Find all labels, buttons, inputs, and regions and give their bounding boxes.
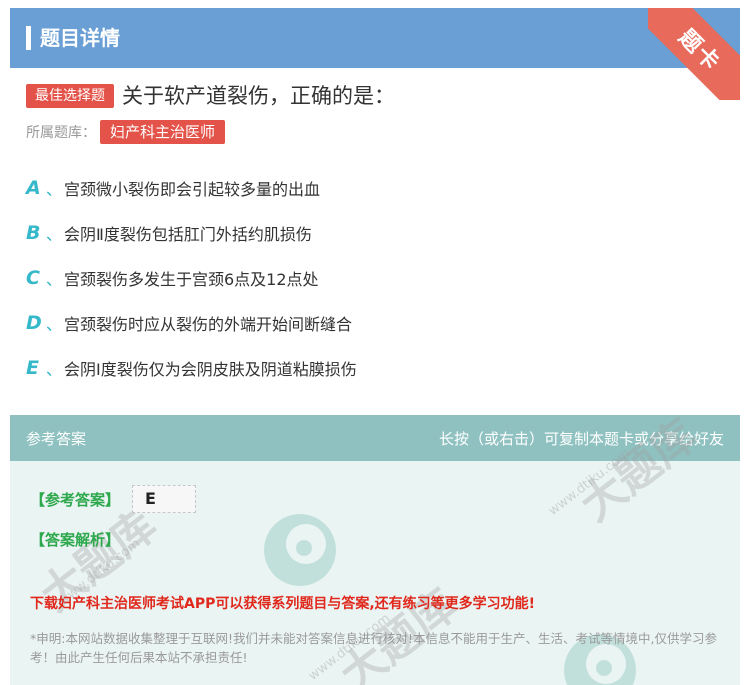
- option-letter: D: [26, 312, 42, 334]
- option-letter: C: [26, 267, 40, 289]
- option-letter: B: [26, 222, 41, 244]
- option-separator: 、: [46, 315, 63, 334]
- share-hint: 长按（或右击）可复制本题卡或分享给好友: [438, 430, 724, 448]
- page-title: 题目详情: [40, 26, 120, 50]
- watermark-logo-icon: [264, 514, 336, 586]
- option-separator: 、: [46, 360, 63, 379]
- corner-badge-text: 题卡: [673, 24, 726, 77]
- bank-label: 所属题库：: [26, 125, 96, 141]
- option-d[interactable]: D 、 宫颈裂伤时应从裂伤的外端开始间断缝合: [26, 310, 352, 336]
- answer-header-title: 参考答案: [26, 430, 87, 448]
- option-separator: 、: [46, 225, 63, 244]
- option-separator: 、: [46, 270, 63, 289]
- disclaimer-text: *申明:本网站数据收集整理于互联网!我们并未能对答案信息进行核对!本信息不能用于…: [30, 631, 717, 665]
- app-download-link[interactable]: 下载妇产科主治医师考试APP可以获得系列题目与答案,还有练习等更多学习功能!: [30, 593, 535, 613]
- option-text: 宫颈微小裂伤即会引起较多量的出血: [64, 180, 321, 199]
- corner-ribbon: 题卡: [648, 8, 740, 100]
- option-e[interactable]: E 、 会阴Ⅰ度裂伤仅为会阴皮肤及阴道粘膜损伤: [26, 355, 357, 381]
- analysis-label: 【答案解析】: [30, 531, 121, 549]
- bank-name-link[interactable]: 妇产科主治医师: [100, 120, 226, 144]
- option-letter: E: [26, 357, 39, 379]
- answer-label: 【参考答案】: [30, 491, 121, 509]
- answer-value: E: [132, 485, 196, 513]
- question-type-badge: 最佳选择题: [26, 84, 114, 108]
- question-bank-line: 所属题库： 妇产科主治医师: [26, 120, 226, 144]
- option-text: 会阴Ⅰ度裂伤仅为会阴皮肤及阴道粘膜损伤: [64, 360, 357, 379]
- option-a[interactable]: A 、 宫颈微小裂伤即会引起较多量的出血: [26, 175, 320, 201]
- option-text: 宫颈裂伤多发生于宫颈6点及12点处: [64, 270, 319, 289]
- option-c[interactable]: C 、 宫颈裂伤多发生于宫颈6点及12点处: [26, 265, 319, 291]
- answer-panel: 参考答案 长按（或右击）可复制本题卡或分享给好友 大题库 www.dtiku.c…: [10, 415, 740, 685]
- detail-header: 题目详情 题卡: [10, 8, 740, 100]
- question-line: 最佳选择题 关于软产道裂伤，正确的是：: [26, 82, 395, 110]
- option-separator: 、: [46, 180, 63, 199]
- question-text: 关于软产道裂伤，正确的是：: [122, 84, 395, 108]
- option-b[interactable]: B 、 会阴Ⅱ度裂伤包括肛门外括约肌损伤: [26, 220, 312, 246]
- option-letter: A: [26, 177, 41, 199]
- option-text: 会阴Ⅱ度裂伤包括肛门外括约肌损伤: [64, 225, 312, 244]
- header-accent-bar: [26, 26, 31, 50]
- option-text: 宫颈裂伤时应从裂伤的外端开始间断缝合: [64, 315, 353, 334]
- answer-panel-header: 参考答案 长按（或右击）可复制本题卡或分享给好友: [10, 415, 740, 461]
